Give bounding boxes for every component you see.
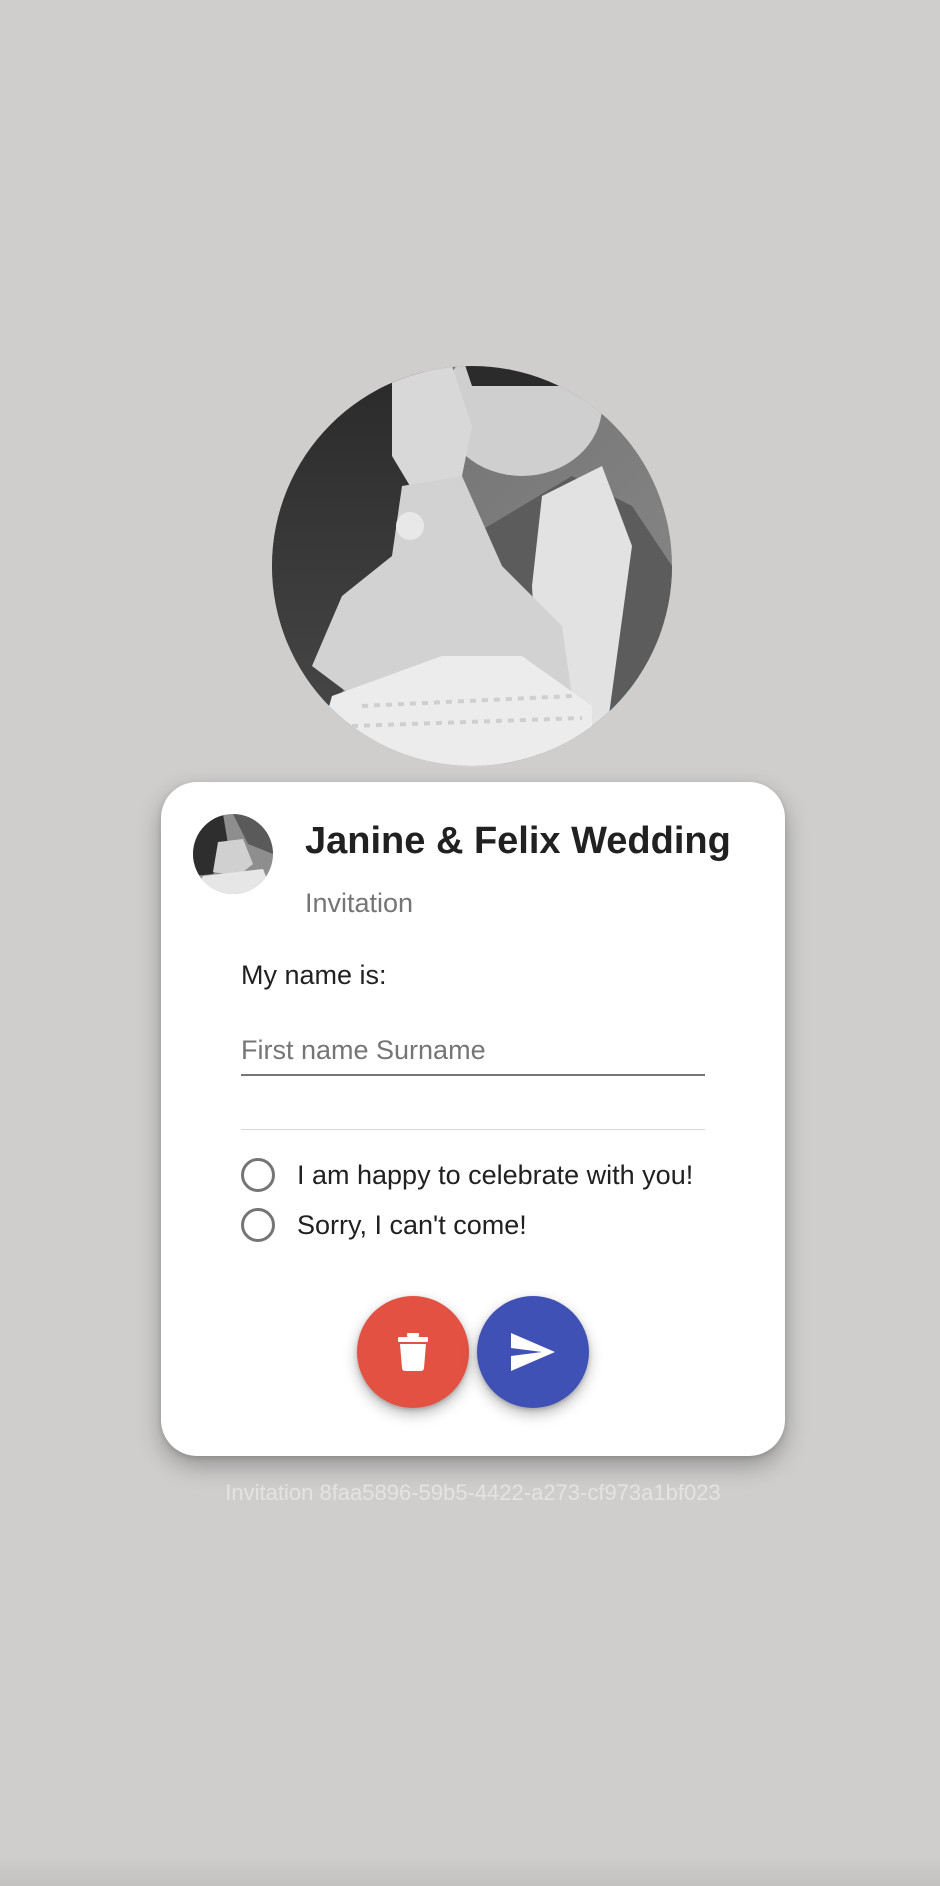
card-subtitle: Invitation [305,888,414,918]
rsvp-option-decline[interactable]: Sorry, I can't come! [241,1204,527,1246]
name-label: My name is: [241,960,387,990]
name-field [241,1026,705,1078]
rsvp-option-label: Sorry, I can't come! [297,1209,527,1240]
rsvp-option-accept[interactable]: I am happy to celebrate with you! [241,1154,693,1196]
radio-button[interactable] [241,1158,275,1192]
delete-button[interactable] [357,1296,469,1408]
name-input[interactable] [241,1026,705,1076]
avatar [193,814,273,894]
radio-button[interactable] [241,1208,275,1242]
bottom-shade [0,1856,940,1886]
couple-photo [272,366,672,766]
card-title: Janine & Felix Wedding [305,820,731,862]
send-icon [511,1333,555,1371]
send-button[interactable] [477,1296,589,1408]
invitation-id: Invitation 8faa5896-59b5-4422-a273-cf973… [225,1480,721,1505]
trash-icon [398,1333,428,1371]
rsvp-option-label: I am happy to celebrate with you! [297,1159,694,1190]
invitation-card: Janine & Felix Wedding Invitation My nam… [161,782,785,1456]
divider [241,1129,705,1130]
